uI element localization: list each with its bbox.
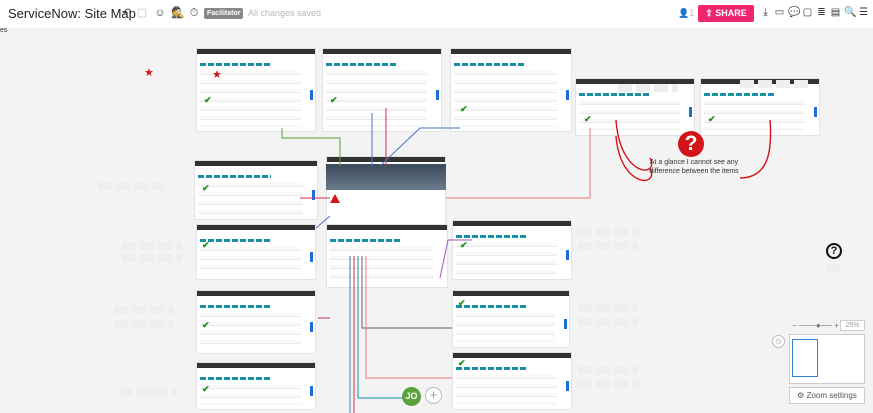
timer-icon[interactable]: ⏱ [188, 7, 200, 19]
redo-icon[interactable]: ▢ [136, 7, 148, 19]
wireframe-frame[interactable] [196, 362, 316, 410]
thumbnail-row [578, 366, 638, 374]
whiteboard-app: ServiceNow: Site Map ↶ ▢ ☺ 🕵 ⏱ Facilitat… [0, 0, 873, 413]
user-count-value: 1 [689, 8, 695, 18]
wireframe-frame[interactable] [450, 48, 572, 132]
callout-note[interactable]: At a glance I cannot see any difference … [648, 158, 740, 176]
zoom-slider[interactable]: − ───●── + [792, 321, 839, 330]
check-icon: ✔ [330, 95, 338, 105]
comments-icon[interactable]: 💬 [788, 6, 800, 19]
question-icon: ? [678, 131, 704, 157]
homepage-hero-image [326, 164, 446, 190]
notes-icon[interactable]: ▤ [830, 6, 841, 19]
check-icon: ✔ [204, 95, 212, 105]
history-icon[interactable]: ◷ [772, 335, 785, 348]
facilitator-badge[interactable]: Facilitator [204, 8, 244, 19]
wireframe-frame[interactable] [196, 224, 316, 280]
thumbnail-row [122, 254, 182, 262]
thumbnail-row [826, 264, 842, 272]
online-users-count[interactable]: 👤1 [678, 8, 694, 19]
thumbnail-row [618, 84, 678, 92]
thumbnail-row [122, 242, 182, 250]
wireframe-frame[interactable] [194, 160, 318, 220]
zoom-settings-button[interactable]: ⚙ Zoom settings [789, 387, 865, 404]
check-icon: ✔ [202, 183, 210, 193]
top-toolbar: ServiceNow: Site Map ↶ ▢ ☺ 🕵 ⏱ Facilitat… [0, 0, 873, 28]
right-toolbar-icons: ⤓ ▭ 💬 ▢ ≣ ▤ 🔍 ☰ [760, 6, 869, 19]
thumbnail-row [578, 304, 638, 312]
warning-icon [330, 194, 340, 203]
zoom-settings-label: Zoom settings [806, 391, 857, 400]
export-icon[interactable]: ⤓ [760, 6, 771, 19]
save-status: All changes saved [248, 8, 322, 18]
thumbnail-row [114, 306, 174, 314]
check-icon: ✔ [708, 114, 716, 124]
wireframe-frame[interactable] [326, 224, 448, 288]
check-icon: ✔ [460, 240, 468, 250]
board-title[interactable]: ServiceNow: Site Map [8, 6, 136, 21]
check-icon: ✔ [458, 358, 466, 368]
thumbnail-row [98, 182, 164, 190]
thumbnail-row [578, 380, 638, 388]
spy-mode-icon[interactable]: 🕵 [171, 7, 185, 19]
check-icon: ✔ [584, 114, 592, 124]
avatar[interactable]: JO [402, 387, 421, 406]
undo-icon[interactable]: ↶ [121, 7, 133, 19]
share-label: SHARE [715, 8, 747, 18]
zoom-out-icon[interactable]: − [792, 321, 797, 330]
screen-share-icon[interactable]: ▭ [774, 6, 785, 19]
star-icon: ★ [212, 69, 222, 81]
board-canvas[interactable]: ✔ ✔ ✔ ✔ ✔ ✔ ✔ ✔ ✔ ✔ ✔ ✔ ★ ★ [0, 28, 873, 413]
wireframe-frame[interactable] [196, 290, 316, 354]
zoom-percent[interactable]: 25% [840, 320, 865, 331]
minimap[interactable] [789, 334, 865, 384]
check-icon: ✔ [202, 384, 210, 394]
wireframe-frame[interactable] [452, 352, 572, 410]
minimap-viewport[interactable] [792, 339, 818, 377]
thumbnail-row [740, 80, 810, 88]
thumbnail-row [114, 320, 174, 328]
wireframe-frame[interactable] [452, 290, 570, 348]
menu-icon[interactable]: ☰ [858, 6, 869, 19]
thumbnail-row [118, 388, 178, 396]
wireframe-frame[interactable] [196, 48, 316, 132]
star-icon: ★ [144, 67, 154, 79]
chat-icon[interactable]: ▢ [802, 6, 813, 19]
thumbnail-row [578, 228, 638, 236]
help-icon[interactable]: ? [826, 243, 842, 259]
add-user-button[interactable]: + [425, 387, 442, 404]
check-icon: ✔ [460, 104, 468, 114]
thumbnail-row [578, 242, 638, 250]
wireframe-frame[interactable] [452, 220, 572, 280]
check-icon: ✔ [202, 240, 210, 250]
check-icon: ✔ [458, 298, 466, 308]
emoji-icon[interactable]: ☺ [154, 7, 166, 19]
check-icon: ✔ [202, 320, 210, 330]
thumbnail-row [578, 318, 638, 326]
search-icon[interactable]: 🔍 [844, 6, 856, 19]
zoom-in-icon[interactable]: + [834, 321, 839, 330]
share-button[interactable]: ⇪ SHARE [698, 5, 754, 22]
wireframe-frame[interactable] [322, 48, 442, 132]
activity-list-icon[interactable]: ≣ [816, 6, 827, 19]
